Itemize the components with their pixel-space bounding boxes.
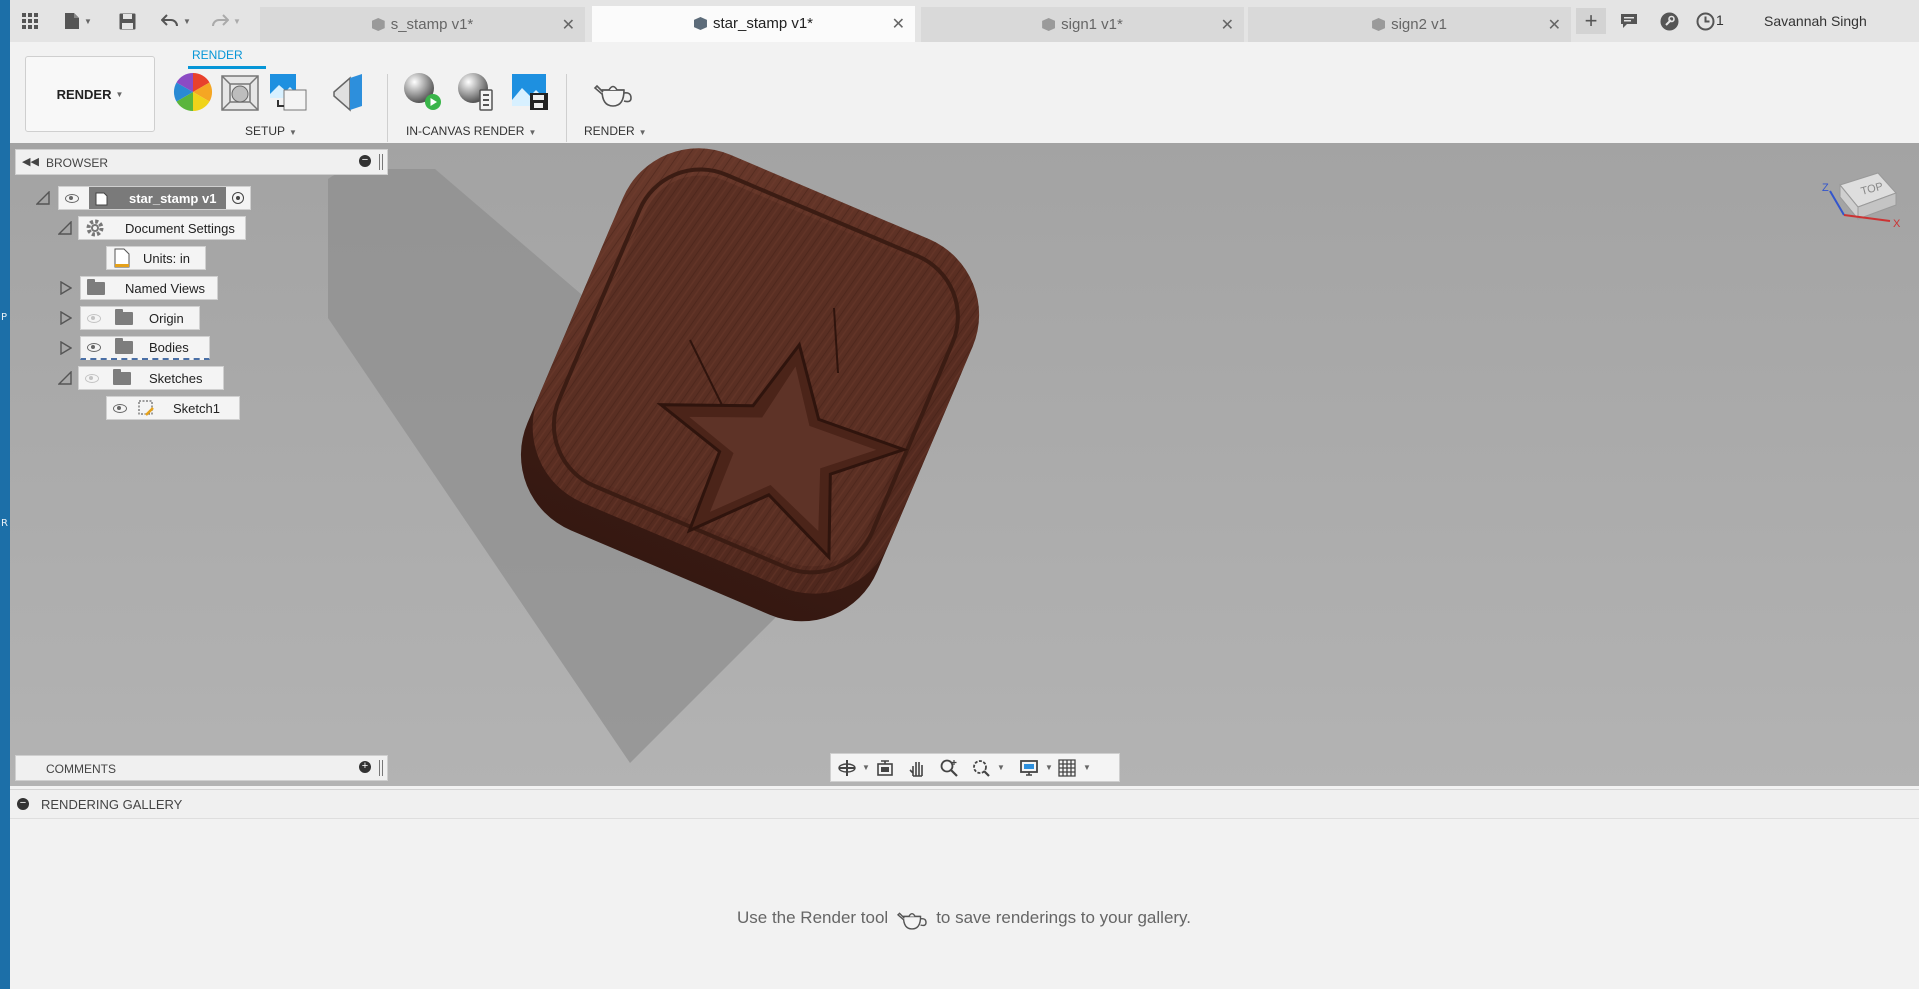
job-count: 1 — [1716, 12, 1724, 28]
visibility-eye-icon[interactable] — [65, 193, 79, 203]
save-icon[interactable] — [116, 9, 138, 33]
render-teapot-icon[interactable] — [593, 72, 633, 112]
top-bar: ▼ ▼ ▼ s_stamp v1* ✕ star_stamp v1* ✕ sig… — [10, 0, 1919, 42]
setup-group-label[interactable]: SETUP ▼ — [245, 124, 297, 138]
star-stamp-model[interactable] — [10, 143, 1919, 786]
browser-node-named-views[interactable]: Named Views — [60, 276, 218, 300]
folder-icon — [113, 368, 131, 385]
redo-icon[interactable]: ▼ — [208, 9, 244, 33]
grid-icon[interactable] — [1057, 758, 1077, 778]
axis-x-label: X — [1893, 218, 1901, 230]
in-canvas-render-icon[interactable] — [402, 72, 442, 112]
decal-icon[interactable] — [328, 72, 368, 112]
expand-triangle-icon[interactable] — [60, 311, 72, 325]
orbit-icon[interactable] — [837, 758, 857, 778]
expand-triangle-icon[interactable] — [60, 281, 72, 295]
panel-grip-icon[interactable] — [379, 154, 383, 170]
apps-grid-icon[interactable] — [20, 9, 40, 33]
design-cube-icon — [371, 18, 385, 31]
file-icon — [65, 13, 80, 29]
tab-render[interactable]: RENDER — [192, 48, 243, 62]
zoom-icon[interactable] — [939, 758, 959, 778]
browser-root-node[interactable]: star_stamp v1 — [36, 186, 252, 210]
fit-icon[interactable] — [971, 758, 991, 778]
browser-node-units[interactable]: Units: in — [106, 246, 206, 270]
render-teapot-icon — [897, 912, 927, 930]
visibility-eye-icon[interactable] — [113, 403, 127, 413]
folder-icon — [87, 278, 105, 295]
view-cube[interactable]: TOP Z X — [1818, 163, 1908, 243]
expand-triangle-icon[interactable] — [60, 341, 72, 355]
design-cube-icon — [1372, 18, 1386, 31]
ribbon-separator — [566, 74, 567, 142]
axis-z-label: Z — [1822, 182, 1829, 194]
gallery-empty-message: Use the Render tool to save renderings t… — [737, 904, 1191, 932]
visibility-eye-off-icon[interactable] — [87, 313, 101, 323]
document-tab[interactable]: sign2 v1 ✕ — [1248, 7, 1571, 42]
toolbar-ribbon: RENDER ▼ RENDER SETUP ▼ IN-CANVAS RENDER… — [10, 42, 1919, 144]
minimize-icon[interactable]: − — [359, 155, 371, 167]
collapse-triangle-icon[interactable] — [36, 191, 50, 205]
appearance-icon[interactable] — [173, 72, 213, 112]
rendering-gallery-header[interactable]: − RENDERING GALLERY — [10, 789, 1919, 819]
tab-underline — [188, 66, 266, 69]
browser-node-bodies[interactable]: Bodies — [60, 336, 210, 360]
panel-grip-icon[interactable] — [379, 760, 383, 776]
visibility-eye-icon[interactable] — [87, 343, 101, 352]
browser-node-document-settings[interactable]: Document Settings — [58, 216, 246, 240]
canvas-viewport[interactable]: TOP Z X — [10, 143, 1919, 786]
scene-settings-icon[interactable] — [220, 72, 260, 112]
ribbon-separator — [387, 74, 388, 142]
browser-node-sketches[interactable]: Sketches — [58, 366, 224, 390]
render-group-label[interactable]: RENDER ▼ — [584, 124, 647, 138]
close-tab-icon[interactable]: ✕ — [1548, 15, 1561, 35]
activate-radio-icon[interactable] — [232, 192, 245, 204]
minimize-icon[interactable]: − — [17, 798, 29, 810]
new-tab-icon[interactable]: + — [1576, 8, 1606, 34]
undo-icon[interactable]: ▼ — [158, 9, 194, 33]
visibility-eye-off-icon[interactable] — [85, 373, 99, 383]
units-document-icon — [114, 248, 130, 268]
fusion-app-window: ▼ ▼ ▼ s_stamp v1* ✕ star_stamp v1* ✕ sig… — [10, 0, 1919, 989]
browser-node-sketch1[interactable]: Sketch1 — [106, 396, 240, 420]
look-at-icon[interactable] — [875, 758, 895, 778]
add-comment-icon[interactable]: + — [359, 761, 371, 773]
folder-icon — [115, 338, 133, 354]
help-icon[interactable] — [1658, 9, 1680, 33]
browser-node-origin[interactable]: Origin — [60, 306, 200, 330]
in-canvas-render-group-label[interactable]: IN-CANVAS RENDER ▼ — [406, 124, 536, 138]
close-tab-icon[interactable]: ✕ — [892, 14, 905, 34]
browser-panel-header[interactable]: ◀◀ BROWSER − — [15, 149, 388, 175]
sketch-icon — [138, 400, 154, 416]
design-cube-icon — [693, 17, 707, 30]
in-canvas-settings-icon[interactable] — [456, 72, 496, 112]
capture-image-icon[interactable] — [510, 72, 550, 112]
close-tab-icon[interactable]: ✕ — [562, 15, 575, 35]
gear-icon — [86, 219, 104, 237]
close-tab-icon[interactable]: ✕ — [1221, 15, 1234, 35]
environment-library-icon[interactable] — [268, 72, 308, 112]
collapse-triangle-icon[interactable] — [58, 371, 72, 385]
folder-icon — [115, 308, 133, 325]
collapse-panel-icon[interactable]: ◀◀ — [22, 155, 39, 168]
document-tab[interactable]: sign1 v1* ✕ — [921, 7, 1244, 42]
user-name[interactable]: Savannah Singh — [1764, 13, 1867, 29]
collapse-triangle-icon[interactable] — [58, 221, 72, 235]
pan-icon[interactable] — [907, 758, 927, 778]
design-cube-icon — [1042, 18, 1056, 31]
component-icon — [95, 192, 108, 206]
clock-icon[interactable] — [1694, 9, 1716, 33]
desktop-background: P R — [0, 0, 10, 989]
document-tab-active[interactable]: star_stamp v1* ✕ — [592, 6, 915, 42]
navigation-toolbar: ▼ ▼ ▼ ▼ — [830, 753, 1120, 782]
display-settings-icon[interactable] — [1019, 758, 1039, 778]
document-tab[interactable]: s_stamp v1* ✕ — [260, 7, 585, 42]
workspace-switcher[interactable]: RENDER ▼ — [25, 56, 155, 132]
comments-icon[interactable] — [1618, 9, 1640, 33]
comments-panel-header[interactable]: COMMENTS + — [15, 755, 388, 781]
file-menu-button[interactable]: ▼ — [60, 9, 96, 33]
